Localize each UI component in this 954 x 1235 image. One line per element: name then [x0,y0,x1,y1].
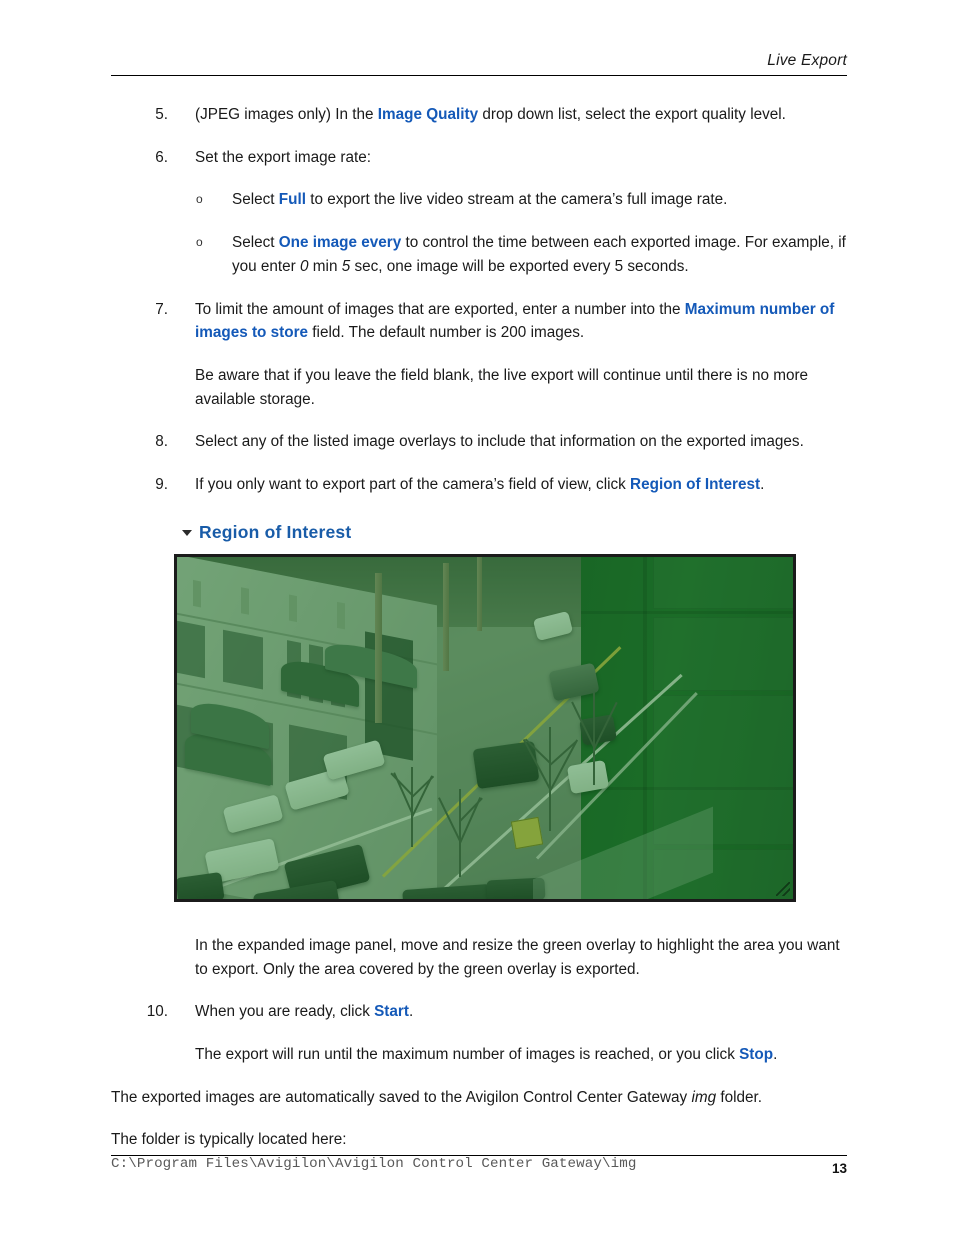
sub-bullet-item-one-image-every: o Select One image every to control the … [168,231,847,278]
roi-section-title: Region of Interest [199,521,352,542]
step-text: (JPEG images only) In the Image Quality … [168,103,847,127]
ui-label-stop: Stop [739,1045,774,1063]
street-tree [571,689,618,785]
step-number: 9. [155,476,168,494]
closing-text-2: folder. [716,1088,763,1106]
yellow-street-sign [510,816,544,850]
triangle-down-icon[interactable] [182,530,192,537]
step-9-text-1: If you only want to export part of the c… [195,476,631,494]
closing-paragraph-1: The exported images are automatically sa… [111,1086,847,1110]
step-10-note-text-1: The export will run until the maximum nu… [195,1045,740,1063]
sub-2-text-3: min [308,257,342,275]
step-number: 7. [155,300,168,318]
sub-2-text-1: Select [232,234,279,252]
step-7-note-text: Be aware that if you leave the field bla… [195,366,809,408]
document-page: Live Export 5. (JPEG images only) In the… [0,0,954,1235]
step-text: To limit the amount of images that are e… [168,298,847,345]
page-header: Live Export [111,52,847,77]
sub-2-text-4: sec, one image will be exported every 5 … [350,257,689,275]
closing-paragraph-2: The folder is typically located here: [111,1131,347,1149]
step-text: When you are ready, click Start. [168,1000,847,1024]
step-number: 8. [155,433,168,451]
sub-1-text-1: Select [232,191,279,209]
header-divider [111,75,847,77]
ui-label-image-quality: Image Quality [377,106,479,123]
step-10-note-text: The export will run until the maximum nu… [168,1043,847,1067]
step-number: 6. [155,148,168,166]
step-text: If you only want to export part of the c… [168,473,847,497]
step-7-note: Be aware that if you leave the field bla… [111,364,847,411]
page-footer: 13 [111,1155,847,1176]
step-10-text-1: When you are ready, click [195,1003,375,1021]
step-number: 10. [146,1003,168,1021]
street-tree [522,723,578,831]
step-text: Set the export image rate: [195,148,372,166]
step-text: Select any of the listed image overlays … [195,433,804,451]
step-item-6: 6. Set the export image rate: [111,146,847,170]
utility-pole [443,562,449,671]
footer-divider [111,1155,847,1156]
folder-name-img: img [691,1088,717,1106]
ui-label-one-image-every: One image every [278,234,402,252]
resize-grip-icon[interactable] [776,881,790,896]
sub-bullet-text: Select One image every to control the ti… [207,231,847,278]
step-item-9: 9. If you only want to export part of th… [111,473,847,497]
step-9-text-2: . [760,476,765,494]
ui-label-region-of-interest: Region of Interest [630,476,761,494]
camera-scene [177,556,793,899]
bullet-circle-icon: o [196,192,203,207]
value-seconds: 5 [341,257,351,275]
utility-pole [375,572,382,723]
street-tree [390,763,434,847]
utility-pole [477,556,482,631]
sub-1-text-2: to export the live video stream at the c… [305,191,728,209]
closing-text-1: The exported images are automatically sa… [111,1088,692,1106]
sub-bullet-list: o Select Full to export the live video s… [111,188,847,278]
step-10-text-2: . [408,1003,414,1021]
step-item-10: 10. When you are ready, click Start. [111,1000,847,1024]
step-10-note-text-2: . [773,1045,778,1063]
figure-caption-text: In the expanded image panel, move and re… [195,936,840,978]
step-item-5: 5. (JPEG images only) In the Image Quali… [111,103,847,127]
step-item-7: 7. To limit the amount of images that ar… [111,298,847,345]
header-title: Live Export [767,52,847,69]
step-5-text-2: drop down list, select the export qualit… [478,106,786,123]
value-minutes: 0 [300,257,309,275]
step-item-8: 8. Select any of the listed image overla… [111,430,847,454]
sub-bullet-item-full: o Select Full to export the live video s… [168,188,847,212]
document-body: 5. (JPEG images only) In the Image Quali… [111,103,847,1175]
ui-label-full: Full [278,191,306,209]
figure-region-of-interest: Region of Interest [111,519,847,902]
ui-label-start: Start [374,1003,409,1021]
step-5-text-1: (JPEG images only) In the [195,106,378,123]
camera-image-panel[interactable] [174,553,796,902]
roi-section-header[interactable]: Region of Interest [168,519,847,546]
step-7-text-1: To limit the amount of images that are e… [195,300,685,318]
bullet-circle-icon: o [196,235,203,250]
street-tree [438,785,483,877]
sub-bullet-text: Select Full to export the live video str… [207,188,847,212]
step-number: 5. [155,106,168,123]
page-number: 13 [831,1161,847,1176]
figure-caption: In the expanded image panel, move and re… [111,934,847,981]
step-7-text-2: field. The default number is 200 images. [308,324,585,342]
step-10-note: The export will run until the maximum nu… [111,1043,847,1067]
